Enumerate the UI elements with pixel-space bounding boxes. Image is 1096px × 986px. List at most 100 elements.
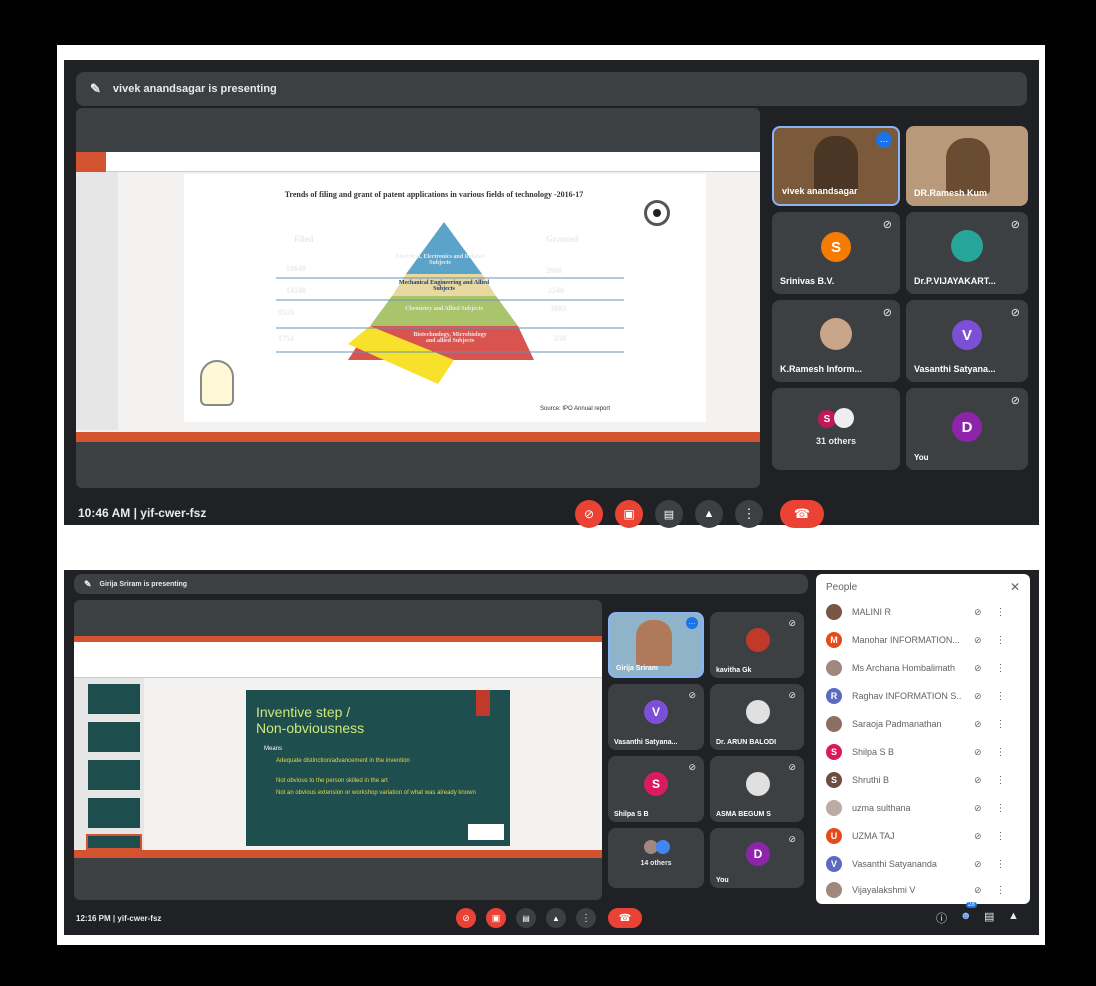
more-options-icon[interactable]: ⋮ xyxy=(996,831,1006,842)
avatar xyxy=(826,716,842,732)
people-row[interactable]: V Vasanthi Satyananda ⊘ ⋮ xyxy=(816,850,1030,878)
mic-off-icon: ⊘ xyxy=(974,774,982,785)
more-options-button[interactable]: ⋮ xyxy=(576,908,596,928)
present-button[interactable]: ▲ xyxy=(695,500,723,528)
participant-tile[interactable]: ⊘ S Shilpa S B xyxy=(608,756,704,822)
participant-tile[interactable]: … vivek anandsagar xyxy=(772,126,900,206)
present-button[interactable]: ▲ xyxy=(546,908,566,928)
avatar: S xyxy=(821,232,851,262)
participant-tile[interactable]: ⊘ kavitha Gk xyxy=(710,612,804,678)
participant-tile[interactable]: ⊘ Dr.P.VIJAYAKART... xyxy=(906,212,1028,294)
more-options-icon[interactable]: ⋮ xyxy=(996,719,1006,730)
slide-canvas: Inventive step / Non-obviousness Means A… xyxy=(246,690,510,846)
more-options-icon[interactable]: … xyxy=(686,617,698,629)
avatar xyxy=(746,772,770,796)
participant-video xyxy=(636,620,672,666)
more-options-icon[interactable]: … xyxy=(876,132,892,148)
people-row[interactable]: S Shilpa S B ⊘ ⋮ xyxy=(816,738,1030,766)
others-tile[interactable]: S 31 others xyxy=(772,388,900,470)
layer-label: Mechanical Engineering and Allied Subjec… xyxy=(398,280,490,292)
captions-button[interactable]: ▤ xyxy=(655,500,683,528)
mic-off-icon: ⊘ xyxy=(974,802,982,813)
more-options-icon[interactable]: ⋮ xyxy=(996,775,1006,786)
participant-tile[interactable]: ⊘ D You xyxy=(906,388,1028,470)
participant-name: Vasanthi Satyana... xyxy=(914,364,996,374)
people-row[interactable]: S Shruthi B ⊘ ⋮ xyxy=(816,766,1030,794)
more-options-icon[interactable]: ⋮ xyxy=(996,747,1006,758)
participant-tile[interactable]: ⊘ V Vasanthi Satyana... xyxy=(608,684,704,750)
person-name: Shruthi B xyxy=(852,775,890,785)
participant-tile[interactable]: DR.Ramesh Kum xyxy=(906,126,1028,206)
participant-tile[interactable]: ⊘ Dr. ARUN BALODI xyxy=(710,684,804,750)
mic-off-icon: ⊘ xyxy=(688,762,696,772)
more-options-icon[interactable]: ⋮ xyxy=(996,803,1006,814)
avatar xyxy=(826,660,842,676)
slide-bullet: Not an obvious extension or workshop var… xyxy=(276,790,476,796)
ppt-status-bar xyxy=(76,432,760,442)
more-options-icon[interactable]: ⋮ xyxy=(996,607,1006,618)
mic-off-icon: ⊘ xyxy=(688,690,696,700)
avatar: D xyxy=(746,842,770,866)
people-row[interactable]: MALINI R ⊘ ⋮ xyxy=(816,598,1030,626)
people-row[interactable]: U UZMA TAJ ⊘ ⋮ xyxy=(816,822,1030,850)
people-row[interactable]: Vijayalakshmi V ⊘ ⋮ xyxy=(816,876,1030,904)
more-options-icon[interactable]: ⋮ xyxy=(996,859,1006,870)
people-row[interactable]: Ms Archana Hombalimath ⊘ ⋮ xyxy=(816,654,1030,682)
camera-toggle-button[interactable]: ▣ xyxy=(486,908,506,928)
close-icon[interactable]: ✕ xyxy=(1010,580,1020,594)
meet-window-bottom: ✎ Girija Sriram is presenting Inventive … xyxy=(64,570,1039,935)
people-row[interactable]: Saraoja Padmanathan ⊘ ⋮ xyxy=(816,710,1030,738)
others-tile[interactable]: 14 others xyxy=(608,828,704,888)
chat-icon[interactable]: ▤ xyxy=(984,910,994,923)
mic-off-icon: ⊘ xyxy=(1010,307,1020,319)
mic-off-icon: ⊘ xyxy=(974,662,982,673)
presentation-stage[interactable]: Trends of filing and grant of patent app… xyxy=(76,108,760,488)
participant-name: vivek anandsagar xyxy=(782,186,858,196)
participant-tile[interactable]: ⊘ S Srinivas B.V. xyxy=(772,212,900,294)
mic-off-icon: ⊘ xyxy=(788,762,796,772)
activities-icon[interactable]: ▲ xyxy=(1008,910,1019,922)
mic-off-icon: ⊘ xyxy=(974,718,982,729)
pyramid-diagram xyxy=(276,222,624,384)
leave-call-button[interactable]: ☎ xyxy=(780,500,824,528)
participant-video xyxy=(946,138,990,194)
avatar xyxy=(826,800,842,816)
participant-name: ASMA BEGUM S xyxy=(716,811,771,818)
avatar xyxy=(834,408,854,428)
mic-toggle-button[interactable]: ⊘ xyxy=(575,500,603,528)
mic-toggle-button[interactable]: ⊘ xyxy=(456,908,476,928)
captions-button[interactable]: ▤ xyxy=(516,908,536,928)
layer-label: Biotechnology, Microbiology and allied S… xyxy=(413,332,487,344)
people-row[interactable]: M Manohar INFORMATION... ⊘ ⋮ xyxy=(816,626,1030,654)
presentation-stage[interactable]: Inventive step / Non-obviousness Means A… xyxy=(74,600,602,900)
avatar xyxy=(826,882,842,898)
participant-tile[interactable]: ⊘ ASMA BEGUM S xyxy=(710,756,804,822)
participant-tile[interactable]: … Girija Sriram xyxy=(608,612,704,678)
mic-off-icon: ⊘ xyxy=(974,858,982,869)
more-options-icon[interactable]: ⋮ xyxy=(996,885,1006,896)
meeting-code: yif-cwer-fsz xyxy=(117,914,162,923)
mic-off-icon: ⊘ xyxy=(788,834,796,844)
more-options-icon[interactable]: ⋮ xyxy=(996,663,1006,674)
avatar xyxy=(826,604,842,620)
participant-tile[interactable]: ⊘ V Vasanthi Satyana... xyxy=(906,300,1028,382)
avatar xyxy=(746,628,770,652)
more-options-button[interactable]: ⋮ xyxy=(735,500,763,528)
presenting-text: Girija Sriram is presenting xyxy=(99,580,188,588)
ppt-ribbon xyxy=(76,152,760,172)
more-options-icon[interactable]: ⋮ xyxy=(996,691,1006,702)
person-name: Saraoja Padmanathan xyxy=(852,719,942,729)
more-options-icon[interactable]: ⋮ xyxy=(996,635,1006,646)
participant-name: Girija Sriram xyxy=(616,665,659,672)
leave-call-button[interactable]: ☎ xyxy=(608,908,642,928)
presenting-banner: ✎ Girija Sriram is presenting xyxy=(74,574,808,594)
people-row[interactable]: uzma sulthana ⊘ ⋮ xyxy=(816,794,1030,822)
people-icon[interactable]: ☻ xyxy=(960,910,972,922)
participant-tile[interactable]: ⊘ D You xyxy=(710,828,804,888)
people-row[interactable]: R Raghav INFORMATION S... ⊘ ⋮ xyxy=(816,682,1030,710)
participant-tile[interactable]: ⊘ K.Ramesh Inform... xyxy=(772,300,900,382)
participant-name: Srinivas B.V. xyxy=(780,276,835,286)
camera-toggle-button[interactable]: ▣ xyxy=(615,500,643,528)
person-name: Manohar INFORMATION... xyxy=(852,635,960,645)
info-icon[interactable]: ⓘ xyxy=(936,910,947,926)
